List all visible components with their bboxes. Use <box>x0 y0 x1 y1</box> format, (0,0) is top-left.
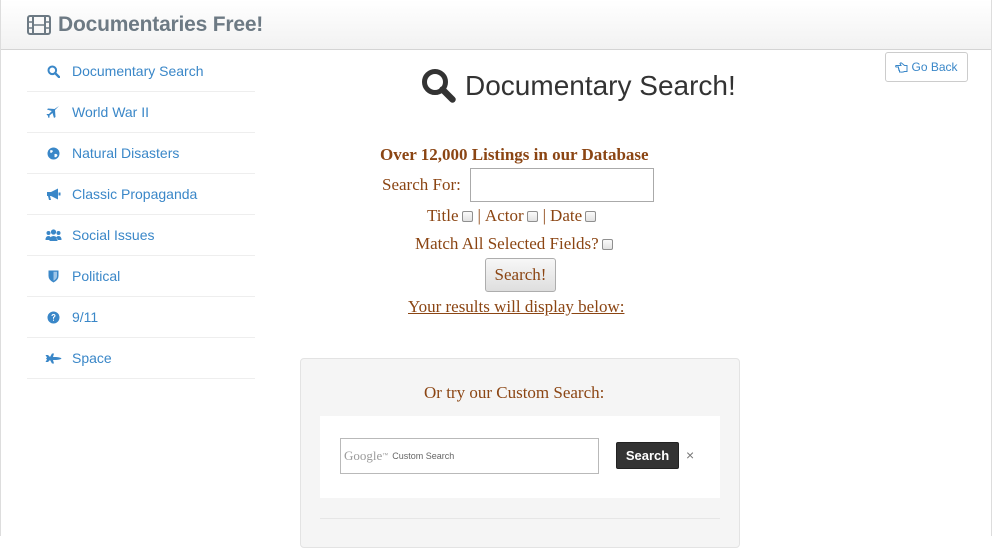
shield-icon <box>44 270 62 283</box>
search-icon <box>422 69 456 103</box>
date-field-label: Date <box>550 206 583 225</box>
custom-search-panel: Or try our Custom Search: Google ™ Custo… <box>300 358 740 548</box>
actor-field-label: Actor <box>484 206 524 225</box>
bullhorn-icon <box>44 188 62 201</box>
sidebar-item-label: Natural Disasters <box>72 145 180 161</box>
search-for-row: Search For: <box>382 168 654 202</box>
custom-search-input[interactable]: Google ™ Custom Search <box>340 438 599 474</box>
sidebar-item-label: World War II <box>72 104 150 120</box>
globe-icon <box>44 147 62 160</box>
title-field-label: Title <box>427 206 459 225</box>
sidebar: Documentary Search World War II Natural … <box>27 51 255 379</box>
sidebar-item-label: Space <box>72 350 112 366</box>
sidebar-item-label: Classic Propaganda <box>72 186 198 202</box>
sidebar-item-label: 9/11 <box>72 309 99 325</box>
title-checkbox[interactable] <box>461 210 473 222</box>
go-back-label: Go Back <box>911 60 958 74</box>
google-trademark: ™ <box>382 453 389 459</box>
search-for-label: Search For: <box>382 175 461 194</box>
sidebar-item-9-11[interactable]: 9/11 <box>27 297 255 338</box>
custom-search-placeholder: Custom Search <box>392 451 455 461</box>
sidebar-item-natural-disasters[interactable]: Natural Disasters <box>27 133 255 174</box>
google-custom-search: Google ™ Custom Search Search × <box>320 416 720 498</box>
search-fields-row: Title | Actor | Date <box>427 206 601 226</box>
film-icon <box>27 15 51 35</box>
sidebar-item-space[interactable]: Space <box>27 338 255 379</box>
sidebar-item-label: Documentary Search <box>72 63 204 79</box>
navbar: Documentaries Free! <box>1 0 991 50</box>
match-all-checkbox[interactable] <box>601 238 613 250</box>
match-all-row: Match All Selected Fields? <box>415 234 618 254</box>
match-all-label: Match All Selected Fields? <box>415 234 599 253</box>
field-separator: | <box>542 206 547 225</box>
space-shuttle-icon <box>44 353 62 364</box>
search-button[interactable]: Search! <box>485 258 556 292</box>
listings-count-text: Over 12,000 Listings in our Database <box>380 145 649 164</box>
brand-title: Documentaries Free! <box>58 13 264 36</box>
sidebar-item-world-war-ii[interactable]: World War II <box>27 92 255 133</box>
page-title-text: Documentary Search! <box>465 70 736 101</box>
sidebar-item-social-issues[interactable]: Social Issues <box>27 215 255 256</box>
clear-icon[interactable]: × <box>686 447 694 463</box>
sidebar-item-label: Political <box>72 268 121 284</box>
google-logo: Google <box>344 448 383 463</box>
actor-checkbox[interactable] <box>526 210 538 222</box>
search-input[interactable] <box>469 168 654 202</box>
results-text: Your results will display below: <box>408 297 625 316</box>
question-circle-icon <box>44 311 62 324</box>
sidebar-item-classic-propaganda[interactable]: Classic Propaganda <box>27 174 255 215</box>
date-checkbox[interactable] <box>585 210 597 222</box>
page-title: Documentary Search! <box>421 68 736 104</box>
go-back-button[interactable]: Go Back <box>885 52 968 82</box>
plane-icon <box>44 105 62 119</box>
field-separator: | <box>477 206 481 225</box>
divider <box>320 518 720 519</box>
custom-search-button[interactable]: Search <box>616 442 679 469</box>
sidebar-item-political[interactable]: Political <box>27 256 255 297</box>
sidebar-item-label: Social Issues <box>72 227 155 243</box>
search-icon <box>44 65 62 78</box>
sidebar-item-documentary-search[interactable]: Documentary Search <box>27 51 255 92</box>
brand[interactable]: Documentaries Free! <box>27 13 263 37</box>
custom-search-heading: Or try our Custom Search: <box>424 383 605 402</box>
hand-pointer-left-icon <box>895 61 908 73</box>
users-icon <box>44 228 62 242</box>
